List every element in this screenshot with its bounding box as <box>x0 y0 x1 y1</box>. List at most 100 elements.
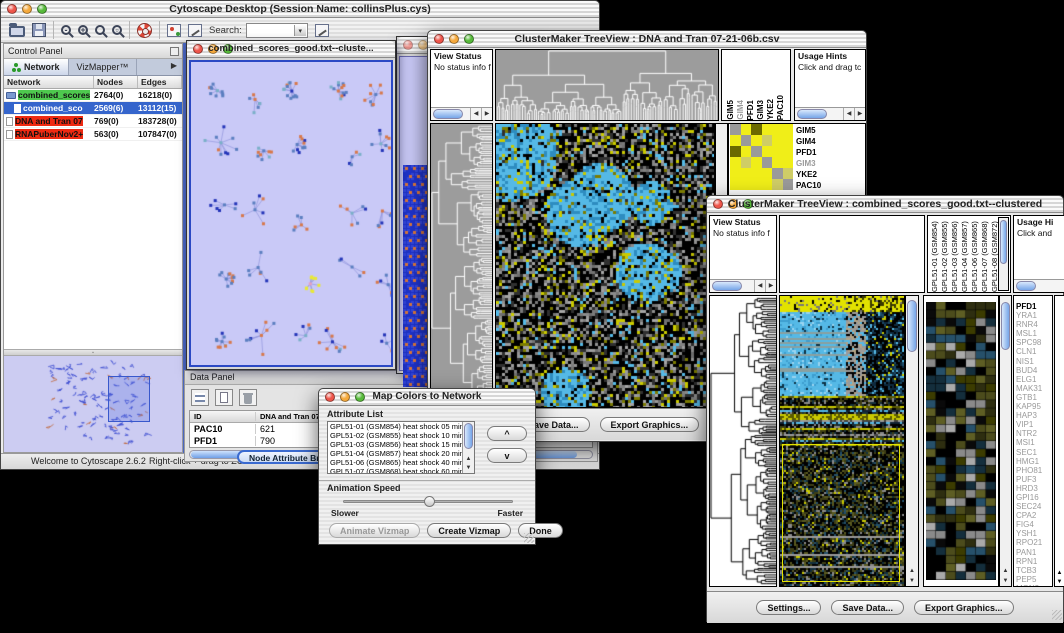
tv2-zoom-vscrollbar[interactable]: ▲ ▼ <box>999 295 1012 587</box>
scroll-left-arrow[interactable]: ◀ <box>470 108 481 120</box>
network-list-row[interactable]: combined_sco2569(6)13112(15) <box>4 102 182 115</box>
network-frame[interactable]: combined_scores_good.txt--cluste... <box>186 40 396 370</box>
col-network[interactable]: Network <box>4 76 94 88</box>
tv1-mini-heatmap[interactable] <box>730 124 793 190</box>
row-dendrogram-canvas[interactable] <box>431 124 492 407</box>
save-data--button[interactable]: Save Data... <box>831 600 904 615</box>
zoom-selected-icon[interactable]: ▫ <box>112 25 122 35</box>
select-attributes-icon[interactable] <box>191 389 209 406</box>
network-frame-titlebar[interactable]: combined_scores_good.txt--cluste... <box>187 41 395 58</box>
network-canvas-area[interactable] <box>189 60 393 367</box>
scroll-thumb[interactable] <box>907 300 917 352</box>
scroll-thumb[interactable] <box>1016 281 1036 291</box>
heatmap-selection-rect[interactable] <box>782 444 900 582</box>
zoom-in-icon[interactable]: + <box>78 25 88 35</box>
scroll-thumb[interactable] <box>1000 220 1007 264</box>
attribute-editor-icon[interactable] <box>315 24 329 37</box>
scroll-right-arrow[interactable]: ▶ <box>854 108 865 120</box>
col-nodes[interactable]: Nodes <box>94 76 138 88</box>
annotation-icon[interactable] <box>188 24 202 37</box>
tv1-heatmap[interactable] <box>495 123 715 408</box>
attribute-list[interactable]: GPL51-01 (GSM854) heat shock 05 min GPL51… <box>327 421 475 474</box>
scroll-down-arrow[interactable]: ▼ <box>906 576 918 586</box>
tv2-right-scroll-strip[interactable]: ▲ ▼ <box>1054 295 1064 587</box>
tab-vizmapper[interactable]: VizMapper™ <box>69 59 138 75</box>
main-titlebar[interactable]: Cytoscape Desktop (Session Name: collins… <box>1 1 599 18</box>
zoom-heatmap-canvas[interactable] <box>926 302 996 580</box>
create-vizmap-button[interactable]: Create Vizmap <box>427 523 511 538</box>
attribute-list-scrollbar[interactable]: ▲ ▼ <box>462 422 474 473</box>
save-icon[interactable] <box>32 23 46 37</box>
network-table-header[interactable]: Network Nodes Edges <box>4 76 182 89</box>
new-attribute-icon[interactable] <box>215 389 233 406</box>
scroll-down-arrow[interactable]: ▼ <box>463 463 474 473</box>
move-down-button[interactable]: v <box>487 448 527 463</box>
scroll-right-arrow[interactable]: ▶ <box>765 280 776 292</box>
column-labels-scrollbar[interactable] <box>998 217 1009 291</box>
network-overview-panel[interactable] <box>4 356 182 452</box>
resize-grip[interactable] <box>524 533 534 543</box>
tv2-column-dendrogram[interactable] <box>779 215 925 293</box>
overview-viewport-rect[interactable] <box>108 376 150 422</box>
zoom-out-icon[interactable]: - <box>61 25 71 35</box>
scroll-left-arrow[interactable]: ◀ <box>754 280 765 292</box>
treeview1-titlebar[interactable]: ClusterMaker TreeView : DNA and Tran 07-… <box>428 31 866 48</box>
view-status-scrollbar[interactable]: ◀ ▶ <box>710 279 776 292</box>
attribute-list-item[interactable]: GPL51-06 (GSM865) heat shock 40 min <box>328 458 474 467</box>
heatmap-canvas[interactable] <box>496 124 714 407</box>
attribute-list-item[interactable]: GPL51-04 (GSM857) heat shock 20 min <box>328 449 474 458</box>
column-dendrogram-canvas[interactable] <box>496 50 718 120</box>
settings--button[interactable]: Settings... <box>756 600 821 615</box>
usage-hints-scrollbar[interactable] <box>1014 279 1064 292</box>
attribute-list-item[interactable]: GPL51-07 (GSM868) heat shock 60 min <box>328 467 474 474</box>
col-id[interactable]: ID <box>190 412 256 421</box>
usage-hints-scrollbar[interactable]: ◀ ▶ <box>795 107 865 120</box>
scroll-up-arrow[interactable]: ▲ <box>1055 570 1064 576</box>
network-list-row[interactable]: combined_scores2764(0)16218(0) <box>4 89 182 102</box>
tv2-zoom-heatmap-panel[interactable] <box>923 295 999 587</box>
zoom-fit-icon[interactable] <box>95 25 105 35</box>
scroll-thumb[interactable] <box>433 109 463 119</box>
dialog-titlebar[interactable]: Map Colors to Network <box>319 389 535 406</box>
network-view[interactable] <box>191 62 393 367</box>
scroll-up-arrow[interactable]: ▲ <box>906 566 918 576</box>
attribute-list-item[interactable]: GPL51-03 (GSM856) heat shock 15 min <box>328 440 474 449</box>
scroll-down-arrow[interactable]: ▼ <box>1055 579 1064 585</box>
help-lifesaver-icon[interactable] <box>137 23 152 38</box>
treeview2-titlebar[interactable]: ClusterMaker TreeView : combined_scores_… <box>707 196 1063 213</box>
slider-thumb[interactable] <box>424 496 435 507</box>
resize-grip[interactable] <box>1052 610 1062 620</box>
export-graphics--button[interactable]: Export Graphics... <box>600 417 700 432</box>
move-up-button[interactable]: ^ <box>487 426 527 441</box>
scroll-up-arrow[interactable]: ▲ <box>1000 566 1011 576</box>
col-edges[interactable]: Edges <box>138 76 182 88</box>
scroll-thumb[interactable] <box>1001 302 1010 350</box>
view-status-scrollbar[interactable]: ◀ ▶ <box>431 107 492 120</box>
scroll-thumb[interactable] <box>797 109 827 119</box>
close-button[interactable] <box>403 40 413 50</box>
delete-attribute-icon[interactable] <box>239 389 257 406</box>
scroll-left-arrow[interactable]: ◀ <box>843 108 854 120</box>
tv1-column-dendrogram[interactable] <box>495 49 719 121</box>
panel-splitter[interactable]: ▪ <box>4 349 182 356</box>
vizmapper-icon[interactable] <box>167 24 181 37</box>
tab-network[interactable]: Network <box>4 59 69 75</box>
row-dendrogram-canvas[interactable] <box>710 296 776 586</box>
tv2-heatmap[interactable] <box>779 295 905 587</box>
animate-vizmap-button[interactable]: Animate Vizmap <box>329 523 420 538</box>
network-list-row[interactable]: DNA and Tran 07769(0)183728(0) <box>4 115 182 128</box>
export-graphics--button[interactable]: Export Graphics... <box>914 600 1014 615</box>
float-panel-icon[interactable] <box>170 47 179 56</box>
animation-speed-slider[interactable] <box>343 500 513 503</box>
scroll-right-arrow[interactable]: ▶ <box>481 108 492 120</box>
tv2-heatmap-vscrollbar[interactable]: ▲ ▼ <box>905 295 919 587</box>
attribute-list-item[interactable]: GPL51-01 (GSM854) heat shock 05 min <box>328 422 474 431</box>
network-list-row[interactable]: RNAPuberNov2+563(0)107847(0) <box>4 128 182 141</box>
scroll-thumb[interactable] <box>464 423 473 449</box>
open-icon[interactable] <box>9 26 25 37</box>
tab-overflow-arrow[interactable]: ▶ <box>166 59 182 75</box>
tv2-row-dendrogram[interactable] <box>709 295 777 587</box>
search-input[interactable]: ▾ <box>246 23 308 38</box>
scroll-thumb[interactable] <box>712 281 742 291</box>
scroll-down-arrow[interactable]: ▼ <box>1000 576 1011 586</box>
